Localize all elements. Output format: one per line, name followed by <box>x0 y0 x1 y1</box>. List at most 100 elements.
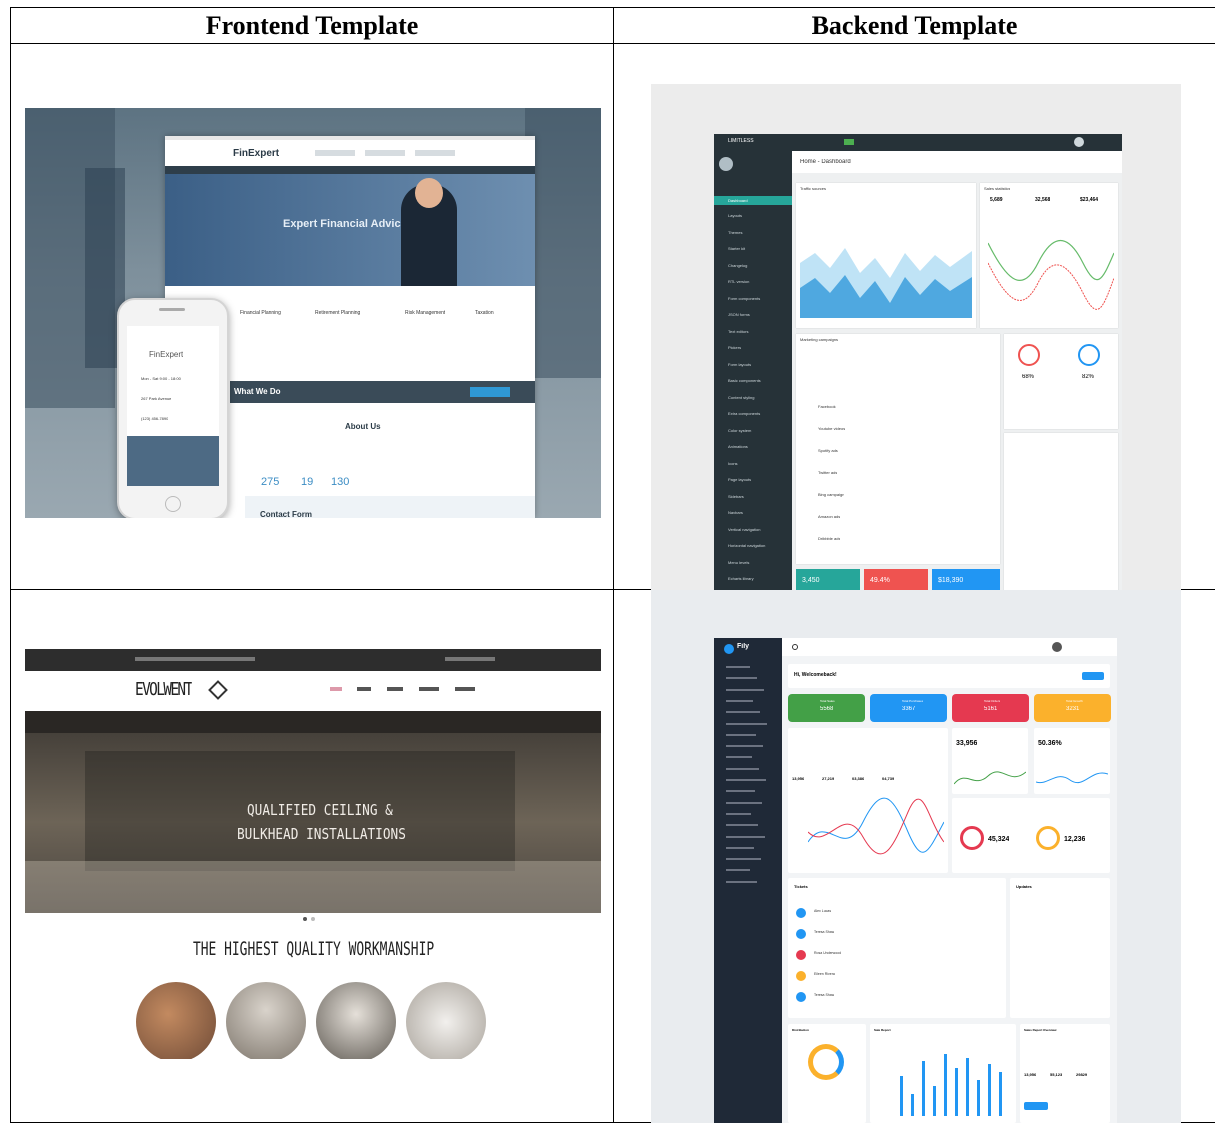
ticket-name: Teresa Shaw <box>814 930 835 934</box>
sidebar-item[interactable] <box>726 779 766 781</box>
avatar[interactable] <box>1074 137 1084 147</box>
sidebar-item[interactable]: Animations <box>728 444 788 449</box>
sale-report-bar <box>922 1061 925 1116</box>
sales-overview-card: Sales Report Overview 13,956 55,123 2982… <box>1020 1024 1110 1123</box>
sidebar-item[interactable] <box>726 858 761 861</box>
sidebar-item[interactable] <box>726 677 757 680</box>
backend-header: Backend Template <box>613 7 1215 44</box>
sidebar-item[interactable]: Form components <box>728 296 788 301</box>
sidebar-item[interactable]: Text editors <box>728 329 788 334</box>
sidebar-item-active[interactable]: Dashboard <box>714 196 792 205</box>
downloads-card: 45,324 12,236 <box>952 798 1110 873</box>
finexpert-phone-mockup: FinExpert Mon - Sat 9:00 - 18:00 267 Par… <box>117 298 229 518</box>
nav-item[interactable] <box>455 687 475 691</box>
limitless-topbar: LIMITLESS <box>714 134 1122 151</box>
gallery-image[interactable] <box>406 982 486 1059</box>
nav-item[interactable] <box>419 687 439 691</box>
sidebar-item[interactable] <box>726 801 762 804</box>
sidebar-item[interactable]: Layouts <box>728 213 788 218</box>
campaign-row: Bing campaign <box>818 492 845 497</box>
ticket-name: Rosa Underwood <box>814 951 842 955</box>
sidebar-item[interactable]: Sidebars <box>728 494 788 499</box>
avatar[interactable] <box>1052 642 1062 652</box>
backend-template-cell-1: LIMITLESS Dashboard Layouts Themes Starter… <box>613 43 1215 614</box>
sidebar-item[interactable] <box>726 835 765 838</box>
sidebar-item[interactable]: Vertical navigation <box>728 527 788 532</box>
nav-item[interactable] <box>357 687 371 691</box>
sidebar-item[interactable]: Echarts library <box>728 576 788 581</box>
slider-dot[interactable] <box>303 917 307 921</box>
sidebar-item[interactable] <box>726 790 755 793</box>
updates-card: Updates <box>1010 878 1110 1018</box>
sidebar-item[interactable] <box>726 824 758 827</box>
campaign-row: Spotify ads <box>818 448 838 453</box>
sidebar-item[interactable]: Content styling <box>728 395 788 400</box>
fily-logo-icon <box>724 644 734 654</box>
finexpert-logo: FinExpert <box>233 148 280 159</box>
finexpert-cta-button[interactable] <box>470 387 510 397</box>
sidebar-item[interactable]: Horizontal navigation <box>728 543 788 548</box>
gallery-image[interactable] <box>136 982 216 1059</box>
nav-item[interactable] <box>387 687 403 691</box>
campaign-row: Youtube videos <box>818 426 846 431</box>
sales-statistics-card: Sales statistics 5,689 32,568 $23,464 <box>980 183 1118 328</box>
tickets-card: Tickets Alex Lucas Teresa Shaw Rosa Underw… <box>788 878 1006 1018</box>
sidebar-item[interactable] <box>726 745 763 748</box>
sidebar-item[interactable] <box>726 733 756 736</box>
sidebar-item[interactable]: Icons <box>728 461 788 466</box>
sale-report-bar <box>911 1094 914 1116</box>
ticket-name: Eileen Rivera <box>814 972 835 976</box>
welcome-card: Hi, Welcomeback! <box>788 664 1110 688</box>
search-icon[interactable] <box>792 644 798 650</box>
sidebar-item[interactable]: Menu levels <box>728 560 788 565</box>
sidebar-item[interactable] <box>726 756 752 759</box>
sale-report-bar <box>999 1072 1002 1116</box>
sidebar-item[interactable] <box>726 722 767 725</box>
evolwent-logo: EVOLWENT <box>135 679 192 700</box>
sidebar-item[interactable]: Starter kit <box>728 246 788 251</box>
sidebar-item[interactable] <box>726 767 759 770</box>
sidebar-item[interactable]: Pickers <box>728 345 788 350</box>
sidebar-item[interactable] <box>726 869 750 872</box>
finexpert-contact-title: Contact Form <box>260 510 312 518</box>
sidebar-item[interactable]: JSON forms <box>728 312 788 317</box>
sidebar-item[interactable]: Navbars <box>728 510 788 515</box>
sidebar-item[interactable] <box>726 688 764 691</box>
evolwent-hero: QUALIFIED CEILING & BULKHEAD INSTALLATIO… <box>25 711 601 913</box>
sidebar-item[interactable] <box>726 711 760 714</box>
finexpert-screenshot: FinExpert Expert Financial Advice Financ… <box>25 108 601 518</box>
logo-icon <box>208 680 228 700</box>
campaign-row: Dribbble ads <box>818 536 841 541</box>
sidebar-item[interactable]: Themes <box>728 230 788 235</box>
sidebar-item[interactable]: Extra components <box>728 411 788 416</box>
sidebar-item[interactable] <box>726 846 754 849</box>
finexpert-about-title: About Us <box>345 422 381 431</box>
projects-card: 50.36% <box>1034 728 1110 794</box>
kpi-growth: Total Growth 3231 <box>1034 694 1111 722</box>
kpi-purchases: Total Purchases 3367 <box>870 694 947 722</box>
gallery-image[interactable] <box>316 982 396 1059</box>
ticket-name: Alex Lucas <box>814 909 832 913</box>
sale-report-bar <box>955 1068 958 1116</box>
overview-button[interactable] <box>1024 1102 1048 1110</box>
evolwent-top-bar <box>25 649 601 671</box>
sidebar-item[interactable] <box>726 880 757 883</box>
finexpert-hero: Expert Financial Advice <box>165 174 535 286</box>
sidebar-item[interactable]: Basic components <box>728 378 788 383</box>
sidebar-item[interactable]: Form layouts <box>728 362 788 367</box>
sidebar-item[interactable] <box>726 666 750 668</box>
sidebar-item[interactable]: RTL version <box>728 279 788 284</box>
gallery-image[interactable] <box>226 982 306 1059</box>
sidebar-item[interactable]: Page layouts <box>728 477 788 482</box>
welcome-button[interactable] <box>1082 672 1104 680</box>
avatar <box>796 929 806 939</box>
sidebar-item[interactable] <box>726 812 751 815</box>
sidebar-item[interactable]: Color system <box>728 428 788 433</box>
campaign-row: Facebook <box>818 404 836 409</box>
limitless-main: Home - Dashboard Traffic sources Sales s… <box>792 151 1122 614</box>
template-comparison-table: Frontend Template Backend Template FinEx… <box>10 7 1215 1123</box>
slider-dot[interactable] <box>311 917 315 921</box>
sidebar-item[interactable]: Changelog <box>728 263 788 268</box>
hero-line-1: QUALIFIED CEILING & <box>247 801 393 819</box>
sidebar-item[interactable] <box>726 699 753 702</box>
